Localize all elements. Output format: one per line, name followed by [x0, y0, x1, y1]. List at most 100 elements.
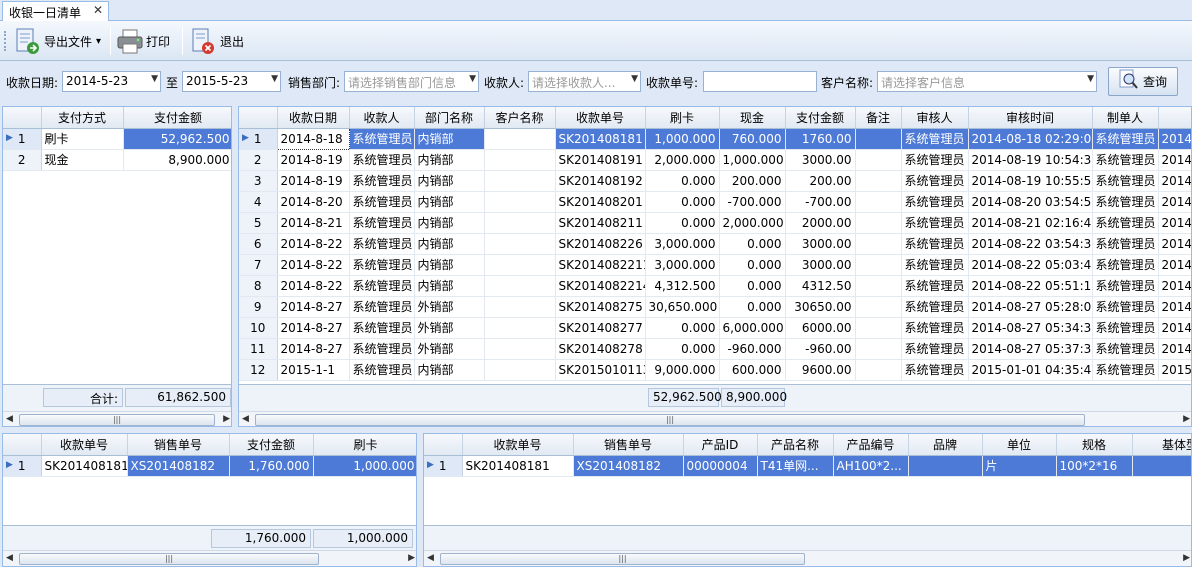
extra-cell[interactable]: 2014 — [1158, 191, 1191, 213]
table-row[interactable]: 4 2014-8-20 系统管理员 内销部 SK201408201 0.000 -700.0… — [239, 191, 1191, 213]
maker-cell[interactable]: 系统管理员 — [1092, 296, 1159, 318]
auditor-cell[interactable]: 系统管理员 — [901, 275, 969, 297]
note-cell[interactable] — [855, 275, 902, 297]
cash-cell[interactable]: 0.000 — [719, 254, 786, 276]
table-row[interactable]: 11 2014-8-27 系统管理员 外销部 SK201408278 0.000 -960.… — [239, 338, 1191, 360]
date-cell[interactable]: 2014-8-27 — [277, 317, 350, 339]
pay-method-cell[interactable]: 刷卡 — [41, 128, 124, 150]
note-cell[interactable] — [855, 149, 902, 171]
dept-cell[interactable]: 内销部 — [414, 254, 485, 276]
auditor-cell[interactable]: 系统管理员 — [901, 128, 969, 150]
cash-cell[interactable]: 1,000.000 — [719, 149, 786, 171]
customer-cell[interactable] — [484, 254, 556, 276]
receipt-no-cell[interactable]: SK201408211 — [555, 212, 646, 234]
horizontal-scrollbar[interactable]: ◀ ||| ▶ — [424, 550, 1191, 566]
customer-cell[interactable] — [484, 275, 556, 297]
table-row[interactable]: 7 2014-8-22 系统管理员 内销部 SK2014082211 3,000.000 0… — [239, 254, 1191, 276]
receipt-no-cell[interactable]: SK201408277 — [555, 317, 646, 339]
note-cell[interactable] — [855, 170, 902, 192]
payee-cell[interactable]: 系统管理员 — [349, 170, 415, 192]
dept-cell[interactable]: 内销部 — [414, 233, 485, 255]
column-header[interactable] — [1158, 107, 1191, 129]
dept-cell[interactable]: 内销部 — [414, 212, 485, 234]
dept-cell[interactable]: 内销部 — [414, 128, 485, 150]
date-cell[interactable]: 2014-8-21 — [277, 212, 350, 234]
column-header[interactable]: 销售单号 — [127, 434, 230, 456]
note-cell[interactable] — [855, 254, 902, 276]
receipt-no-cell[interactable]: SK2014082211 — [555, 254, 646, 276]
table-row[interactable]: 6 2014-8-22 系统管理员 内销部 SK201408226 3,000.000 0.… — [239, 233, 1191, 255]
receipt-no-cell[interactable]: SK201408278 — [555, 338, 646, 360]
table-row[interactable]: ▶ 1 刷卡 52,962.500 — [3, 128, 231, 150]
column-header[interactable]: 支付金额 — [229, 434, 314, 456]
scroll-thumb[interactable]: ||| — [440, 553, 805, 565]
payee-cell[interactable]: 系统管理员 — [349, 275, 415, 297]
scroll-right-icon[interactable]: ▶ — [223, 414, 230, 424]
customer-cell[interactable] — [484, 317, 556, 339]
extra-cell[interactable]: 2014 — [1158, 128, 1191, 150]
auditor-cell[interactable]: 系统管理员 — [901, 233, 969, 255]
audit-time-cell[interactable]: 2014-08-27 05:37:36 — [968, 338, 1093, 360]
customer-cell[interactable] — [484, 296, 556, 318]
scroll-right-icon[interactable]: ▶ — [408, 553, 415, 563]
amount-cell[interactable]: 6000.00 — [785, 317, 856, 339]
audit-time-cell[interactable]: 2014-08-22 03:54:35 — [968, 233, 1093, 255]
payee-cell[interactable]: 系统管理员 — [349, 149, 415, 171]
extra-cell[interactable]: 2014 — [1158, 296, 1191, 318]
cash-cell[interactable]: 0.000 — [719, 275, 786, 297]
column-header[interactable]: 基体型号 — [1132, 434, 1191, 456]
amount-cell[interactable]: 4312.50 — [785, 275, 856, 297]
table-row[interactable]: 3 2014-8-19 系统管理员 内销部 SK201408192 0.000 200.00… — [239, 170, 1191, 192]
maker-cell[interactable]: 系统管理员 — [1092, 233, 1159, 255]
auditor-cell[interactable]: 系统管理员 — [901, 338, 969, 360]
chevron-down-icon[interactable]: ▼ — [469, 74, 476, 84]
column-header[interactable]: 品牌 — [908, 434, 983, 456]
table-row[interactable]: 2 现金 8,900.000 — [3, 149, 231, 171]
extra-cell[interactable]: 2014 — [1158, 254, 1191, 276]
customer-cell[interactable] — [484, 149, 556, 171]
pay-amount-cell[interactable]: 8,900.000 — [123, 149, 231, 171]
column-header[interactable]: 审核时间 — [968, 107, 1093, 129]
dept-cell[interactable]: 内销部 — [414, 275, 485, 297]
maker-cell[interactable]: 系统管理员 — [1092, 338, 1159, 360]
audit-time-cell[interactable]: 2015-01-01 04:35:45 — [968, 359, 1093, 381]
card-cell[interactable]: 1,000.000 — [645, 128, 720, 150]
amount-cell[interactable]: 30650.00 — [785, 296, 856, 318]
auditor-cell[interactable]: 系统管理员 — [901, 359, 969, 381]
customer-cell[interactable] — [484, 191, 556, 213]
amount-cell[interactable]: 3000.00 — [785, 254, 856, 276]
receipt-no-cell[interactable]: SK201408181 — [41, 455, 128, 477]
table-row[interactable]: ▶ 1 SK201408181 XS201408182 00000004 T41单… — [424, 455, 1191, 477]
scroll-left-icon[interactable]: ◀ — [427, 553, 434, 563]
audit-time-cell[interactable]: 2014-08-27 05:28:06 — [968, 296, 1093, 318]
card-cell[interactable]: 0.000 — [645, 338, 720, 360]
extra-cell[interactable]: 2014 — [1158, 275, 1191, 297]
audit-time-cell[interactable]: 2014-08-21 02:16:43 — [968, 212, 1093, 234]
maker-cell[interactable]: 系统管理员 — [1092, 191, 1159, 213]
dept-cell[interactable]: 内销部 — [414, 359, 485, 381]
dept-cell[interactable]: 内销部 — [414, 149, 485, 171]
horizontal-scrollbar[interactable]: ◀ ||| ▶ — [239, 411, 1191, 426]
payee-cell[interactable]: 系统管理员 — [349, 338, 415, 360]
date-cell[interactable]: 2014-8-20 — [277, 191, 350, 213]
receipt-no-cell[interactable]: SK201408192 — [555, 170, 646, 192]
table-row[interactable]: 2 2014-8-19 系统管理员 内销部 SK201408191 2,000.000 1,… — [239, 149, 1191, 171]
horizontal-scrollbar[interactable]: ◀ ||| ▶ — [3, 550, 416, 566]
amount-cell[interactable]: 9600.00 — [785, 359, 856, 381]
dept-cell[interactable]: 外销部 — [414, 296, 485, 318]
scroll-left-icon[interactable]: ◀ — [6, 553, 13, 563]
product-code-cell[interactable]: AH100*2... — [833, 455, 909, 477]
horizontal-scrollbar[interactable]: ◀ ||| ▶ — [3, 411, 231, 426]
column-header[interactable]: 收款单号 — [41, 434, 128, 456]
unit-cell[interactable]: 片 — [982, 455, 1057, 477]
card-cell[interactable]: 3,000.000 — [645, 254, 720, 276]
receipt-no-cell[interactable]: SK201408226 — [555, 233, 646, 255]
card-cell[interactable]: 3,000.000 — [645, 233, 720, 255]
cash-cell[interactable]: 0.000 — [719, 233, 786, 255]
column-header[interactable]: 制单人 — [1092, 107, 1159, 129]
card-cell[interactable]: 0.000 — [645, 212, 720, 234]
scroll-thumb[interactable]: ||| — [255, 414, 1085, 426]
note-cell[interactable] — [855, 338, 902, 360]
note-cell[interactable] — [855, 128, 902, 150]
scroll-thumb[interactable]: ||| — [19, 414, 215, 426]
